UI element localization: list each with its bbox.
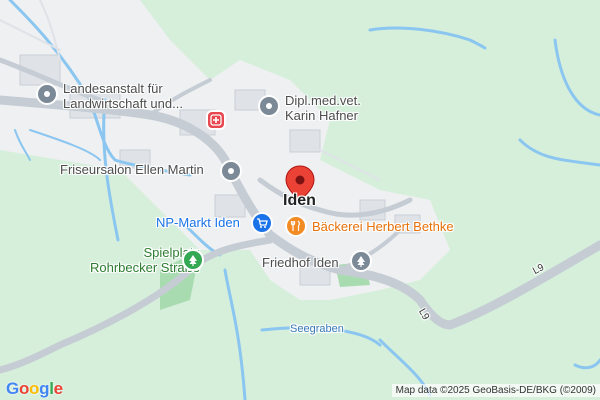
- poi-label-friseursalon[interactable]: Friseursalon Ellen Martin: [60, 162, 204, 177]
- google-logo: Google: [6, 379, 63, 398]
- park-tree-icon[interactable]: [182, 249, 204, 271]
- cemetery-icon[interactable]: [350, 250, 372, 272]
- poi-label-landesanstalt[interactable]: Landesanstalt für Landwirtschaft und...: [63, 81, 183, 111]
- poi-label-np-markt[interactable]: NP-Markt Iden: [156, 215, 240, 230]
- map-attribution[interactable]: Map data ©2025 GeoBasis-DE/BKG (©2009): [391, 384, 600, 397]
- generic-poi-icon[interactable]: [220, 160, 242, 182]
- poi-label-baeckerei[interactable]: Bäckerei Herbert Bethke: [312, 219, 454, 234]
- restaurant-icon[interactable]: [285, 215, 307, 237]
- generic-poi-icon[interactable]: [36, 83, 58, 105]
- place-name-label: Iden: [283, 192, 316, 209]
- water-label-seegraben: Seegraben: [290, 323, 344, 335]
- generic-poi-icon[interactable]: [258, 95, 280, 117]
- shopping-cart-icon[interactable]: [251, 212, 273, 234]
- poi-label-vet[interactable]: Dipl.med.vet. Karin Hafner: [285, 93, 361, 123]
- poi-label-friedhof[interactable]: Friedhof Iden: [262, 255, 339, 270]
- medical-cross-icon[interactable]: [206, 110, 226, 130]
